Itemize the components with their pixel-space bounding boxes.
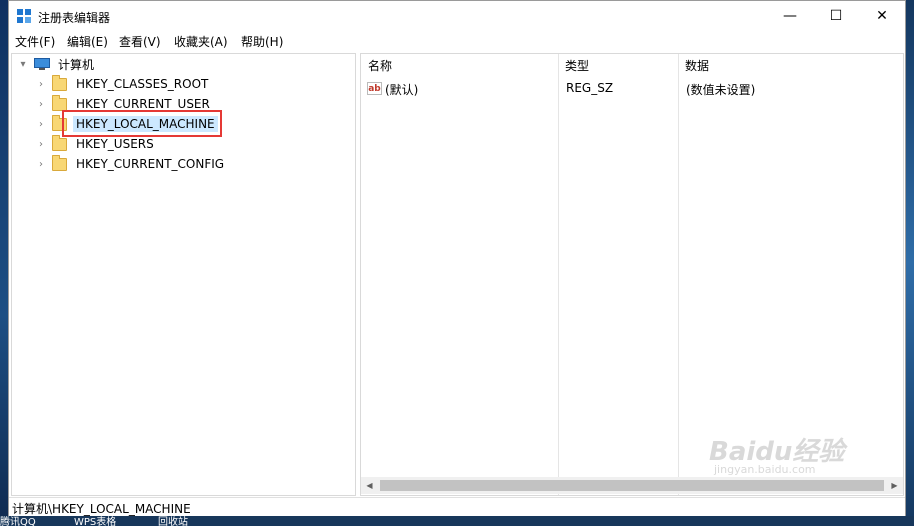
value-data: (数值未设置) — [686, 83, 756, 97]
menu-bar: 文件(F) 编辑(E) 查看(V) 收藏夹(A) 帮助(H) — [9, 31, 905, 51]
registry-editor-window: 注册表编辑器 — ☐ ✕ 文件(F) 编辑(E) 查看(V) 收藏夹(A) 帮助… — [8, 0, 906, 516]
tree-root-label: 计算机 — [58, 57, 95, 72]
desktop-icon-labels: 腾讯QQ WPS表格 回收站 — [0, 516, 914, 526]
window-title: 注册表编辑器 — [38, 11, 111, 25]
scrollbar-thumb[interactable] — [380, 480, 884, 491]
menu-view[interactable]: 查看(V) — [119, 33, 161, 50]
value-list-pane[interactable]: 名称 类型 数据 ab (默认) REG_SZ (数值未设置) ◀ ▶ — [360, 53, 904, 496]
status-bar: 计算机\HKEY_LOCAL_MACHINE — [9, 497, 905, 516]
computer-icon — [34, 58, 50, 70]
horizontal-scrollbar[interactable]: ◀ ▶ — [361, 477, 903, 494]
folder-icon — [52, 94, 67, 111]
desktop-label-wps[interactable]: WPS表格 — [74, 516, 116, 526]
expand-chevron-icon[interactable]: › — [36, 139, 46, 150]
string-value-icon: ab — [367, 82, 382, 95]
expand-chevron-icon[interactable]: › — [36, 119, 46, 130]
expand-chevron-icon[interactable]: › — [36, 159, 46, 170]
column-header-type[interactable]: 类型 — [565, 57, 589, 75]
minimize-button[interactable]: — — [767, 1, 813, 31]
scroll-right-icon[interactable]: ▶ — [886, 477, 903, 494]
tree-item-hkey-users[interactable]: › HKEY_USERS — [36, 134, 157, 154]
scroll-left-icon[interactable]: ◀ — [361, 477, 378, 494]
column-header-name[interactable]: 名称 — [368, 57, 392, 75]
column-divider[interactable] — [558, 54, 559, 495]
close-button[interactable]: ✕ — [859, 1, 905, 31]
menu-edit[interactable]: 编辑(E) — [67, 33, 108, 50]
maximize-button[interactable]: ☐ — [813, 1, 859, 31]
column-divider[interactable] — [678, 54, 679, 495]
menu-favorites[interactable]: 收藏夹(A) — [174, 33, 228, 50]
folder-icon — [52, 154, 67, 171]
desktop-label-qq[interactable]: 腾讯QQ — [0, 516, 36, 526]
status-path: 计算机\HKEY_LOCAL_MACHINE — [12, 502, 191, 516]
baidu-watermark-url: jingyan.baidu.com — [714, 463, 816, 476]
tree-item-hkey-current-config[interactable]: › HKEY_CURRENT_CONFIG — [36, 154, 227, 174]
title-bar: 注册表编辑器 — ☐ ✕ — [9, 1, 905, 31]
expand-chevron-icon[interactable]: › — [36, 79, 46, 90]
menu-file[interactable]: 文件(F) — [15, 33, 55, 50]
tree-item-label: HKEY_USERS — [76, 137, 154, 151]
tree-item-label: HKEY_CURRENT_CONFIG — [76, 157, 225, 171]
desktop-left-edge — [0, 0, 8, 526]
desktop-label-recycle-bin[interactable]: 回收站 — [158, 516, 188, 526]
value-name: (默认) — [385, 83, 419, 97]
tree-item-label: HKEY_CLASSES_ROOT — [76, 77, 209, 91]
folder-icon — [52, 74, 67, 91]
collapse-chevron-icon[interactable]: ▾ — [18, 59, 28, 70]
regedit-app-icon — [17, 9, 31, 23]
value-type: REG_SZ — [566, 81, 614, 95]
column-header-data[interactable]: 数据 — [685, 57, 709, 75]
tree-root-computer[interactable]: ▾ 计算机 — [18, 54, 97, 74]
tree-item-hkey-classes-root[interactable]: › HKEY_CLASSES_ROOT — [36, 74, 211, 94]
folder-icon — [52, 134, 67, 151]
expand-chevron-icon[interactable]: › — [36, 99, 46, 110]
annotation-highlight-box — [62, 110, 222, 137]
key-tree-pane[interactable]: ▾ 计算机 › HKEY_CLASSES_ROOT › HKEY_CURRENT… — [11, 53, 356, 496]
desktop-right-edge — [906, 0, 914, 526]
menu-help[interactable]: 帮助(H) — [241, 33, 283, 50]
